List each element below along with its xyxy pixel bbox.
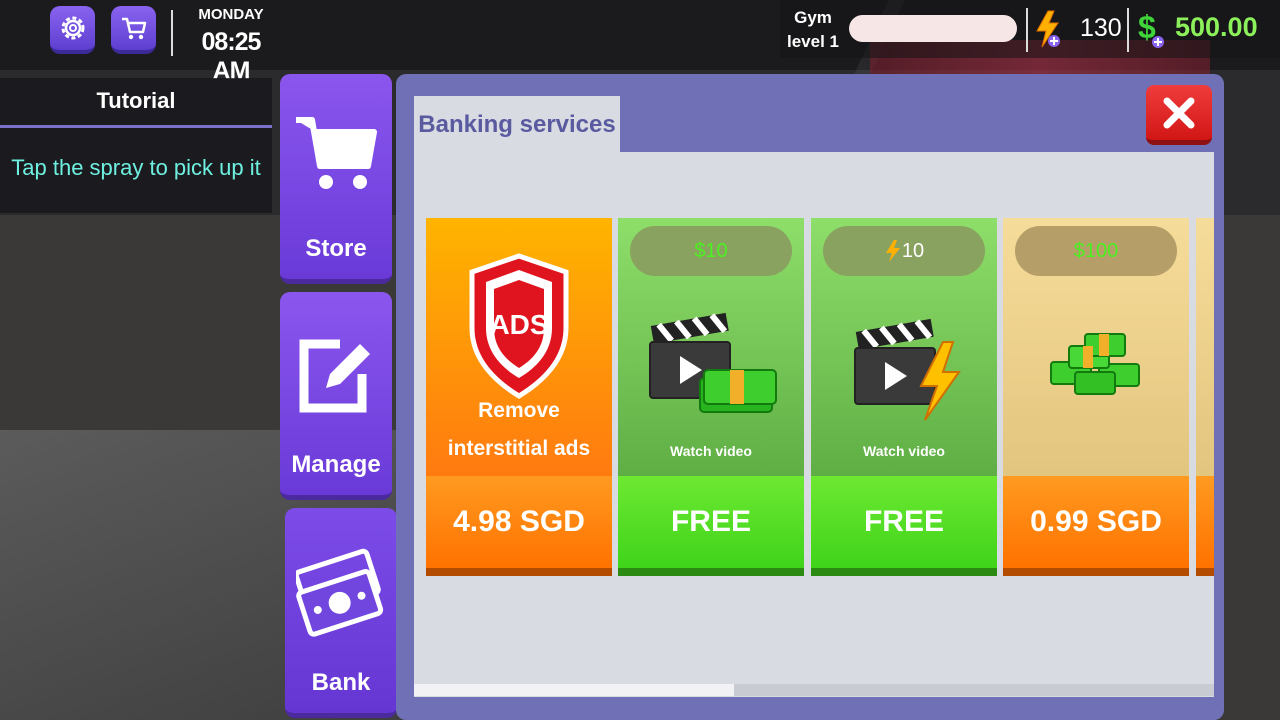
video-energy-icon bbox=[854, 318, 961, 421]
partial-card[interactable] bbox=[1196, 218, 1214, 576]
store-label: Store bbox=[305, 235, 367, 262]
energy-plus-icon[interactable] bbox=[1032, 9, 1064, 49]
energy-reward-value: 10 bbox=[901, 239, 925, 262]
watch-video-caption: Watch video bbox=[863, 443, 945, 459]
xp-progress-bar bbox=[849, 15, 1017, 42]
topbar-divider bbox=[171, 10, 173, 56]
settings-button[interactable] bbox=[50, 6, 95, 54]
cash-pack-card[interactable]: $100 0.99 SGD bbox=[1003, 218, 1189, 576]
edit-icon bbox=[299, 339, 370, 413]
gym-label: Gym bbox=[794, 8, 832, 27]
price-shadow bbox=[426, 568, 612, 576]
reward-pill: $100 bbox=[1015, 226, 1177, 276]
store-button[interactable]: Store bbox=[280, 74, 392, 284]
remove-ads-line2: interstitial ads bbox=[447, 437, 591, 460]
tutorial-title: Tutorial bbox=[96, 88, 176, 113]
close-icon bbox=[1163, 97, 1195, 128]
tutorial-text: Tap the spray to pick up it bbox=[11, 155, 261, 180]
tutorial-divider bbox=[0, 125, 272, 128]
svg-text:ADS: ADS bbox=[489, 309, 548, 340]
level-label: level 1 bbox=[787, 32, 839, 51]
free-energy-button[interactable]: FREE bbox=[811, 476, 997, 568]
watch-video-cash-card[interactable]: $10 Watch video FREE bbox=[618, 218, 804, 576]
cash-plus-icon[interactable]: $ bbox=[1136, 8, 1168, 50]
price-shadow bbox=[618, 568, 804, 576]
day-label: MONDAY bbox=[198, 6, 264, 23]
cash-value: 500.00 bbox=[1175, 12, 1258, 42]
shop-button[interactable] bbox=[111, 6, 156, 54]
watch-video-caption: Watch video bbox=[670, 443, 752, 459]
close-button[interactable] bbox=[1146, 85, 1212, 145]
remove-ads-text: Remove interstitial ads bbox=[426, 392, 612, 468]
energy-icon bbox=[885, 240, 900, 262]
cart-icon bbox=[121, 17, 146, 40]
partial-price-button[interactable] bbox=[1196, 476, 1214, 568]
no-ads-shield-icon: ADS bbox=[469, 253, 569, 399]
free-cash-button[interactable]: FREE bbox=[618, 476, 804, 568]
money-icon bbox=[296, 548, 384, 637]
manage-label: Manage bbox=[291, 451, 381, 478]
price-shadow bbox=[1196, 568, 1214, 576]
scrollbar-thumb[interactable] bbox=[414, 684, 734, 696]
reward-pill: 10 bbox=[823, 226, 985, 276]
gear-icon bbox=[61, 16, 84, 40]
reward-pill: $10 bbox=[630, 226, 792, 276]
remove-ads-line1: Remove bbox=[478, 399, 560, 422]
cash-stack-icon bbox=[1050, 333, 1140, 395]
bank-button[interactable]: Bank bbox=[285, 508, 397, 718]
price-shadow bbox=[1003, 568, 1189, 576]
card-background bbox=[1196, 218, 1214, 478]
watch-video-energy-card[interactable]: 10 Watch video FREE bbox=[811, 218, 997, 576]
status-divider-2 bbox=[1127, 8, 1129, 52]
price-shadow bbox=[811, 568, 997, 576]
bank-label: Bank bbox=[311, 669, 371, 696]
cart-icon bbox=[296, 117, 377, 189]
remove-ads-card[interactable]: ADS Remove interstitial ads 4.98 SGD bbox=[426, 218, 612, 576]
status-divider bbox=[1026, 8, 1028, 52]
manage-button[interactable]: Manage bbox=[280, 292, 392, 500]
cash-pack-price-button[interactable]: 0.99 SGD bbox=[1003, 476, 1189, 568]
tab-banking-services[interactable]: Banking services bbox=[414, 96, 620, 153]
energy-value: 130 bbox=[1080, 14, 1122, 42]
remove-ads-price-button[interactable]: 4.98 SGD bbox=[426, 476, 612, 568]
video-cash-icon bbox=[649, 312, 777, 413]
gym-level: Gym level 1 bbox=[782, 6, 844, 54]
